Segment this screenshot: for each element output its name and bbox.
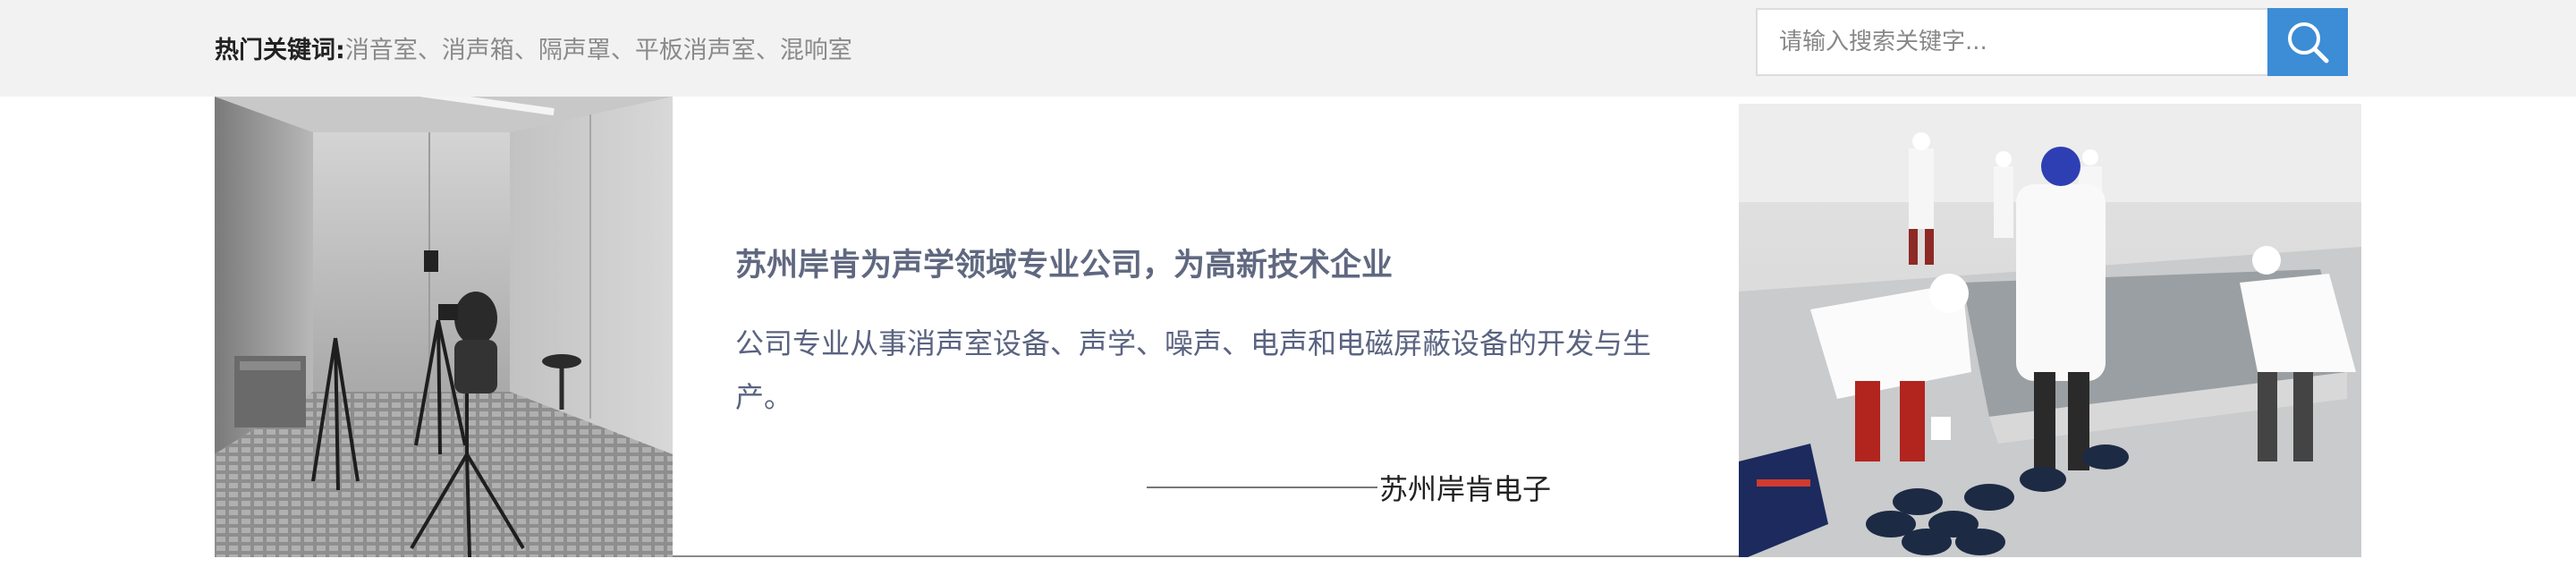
keyword-separator: 、 bbox=[513, 36, 538, 64]
anechoic-chamber-photo bbox=[215, 97, 673, 557]
search-input[interactable] bbox=[1758, 10, 2344, 74]
keyword-separator: 、 bbox=[610, 36, 635, 64]
search-icon bbox=[2288, 22, 2329, 63]
installation-workers-photo bbox=[1739, 104, 2361, 557]
top-bar: 热门关键词: 消音室 、 消声箱 、 隔声罩 、 平板消声室 、 混响室 bbox=[0, 0, 2576, 97]
intro-description: 公司专业从事消声室设备、声学、噪声、电声和电磁屏蔽设备的开发与生产。 bbox=[735, 326, 1652, 414]
signature-dash-line bbox=[1147, 487, 1377, 488]
signature: 苏州岸肯电子 bbox=[1147, 467, 1551, 508]
keyword-separator: 、 bbox=[755, 36, 780, 64]
keyword-link[interactable]: 消声箱 bbox=[442, 30, 514, 65]
hot-keywords: 热门关键词: 消音室 、 消声箱 、 隔声罩 、 平板消声室 、 混响室 bbox=[215, 30, 852, 65]
signature-text: 苏州岸肯电子 bbox=[1379, 472, 1552, 506]
search-box bbox=[1756, 8, 2344, 76]
keyword-link[interactable]: 混响室 bbox=[780, 30, 852, 65]
keyword-link[interactable]: 平板消声室 bbox=[635, 30, 756, 65]
hot-keywords-label: 热门关键词: bbox=[215, 36, 345, 64]
intro-headline: 苏州岸肯为声学领域专业公司，为高新技术企业 bbox=[735, 248, 1394, 284]
keyword-link[interactable]: 消音室 bbox=[345, 30, 418, 65]
keyword-link[interactable]: 隔声罩 bbox=[538, 30, 611, 65]
search-button[interactable] bbox=[2267, 8, 2348, 76]
keyword-separator: 、 bbox=[417, 36, 442, 64]
